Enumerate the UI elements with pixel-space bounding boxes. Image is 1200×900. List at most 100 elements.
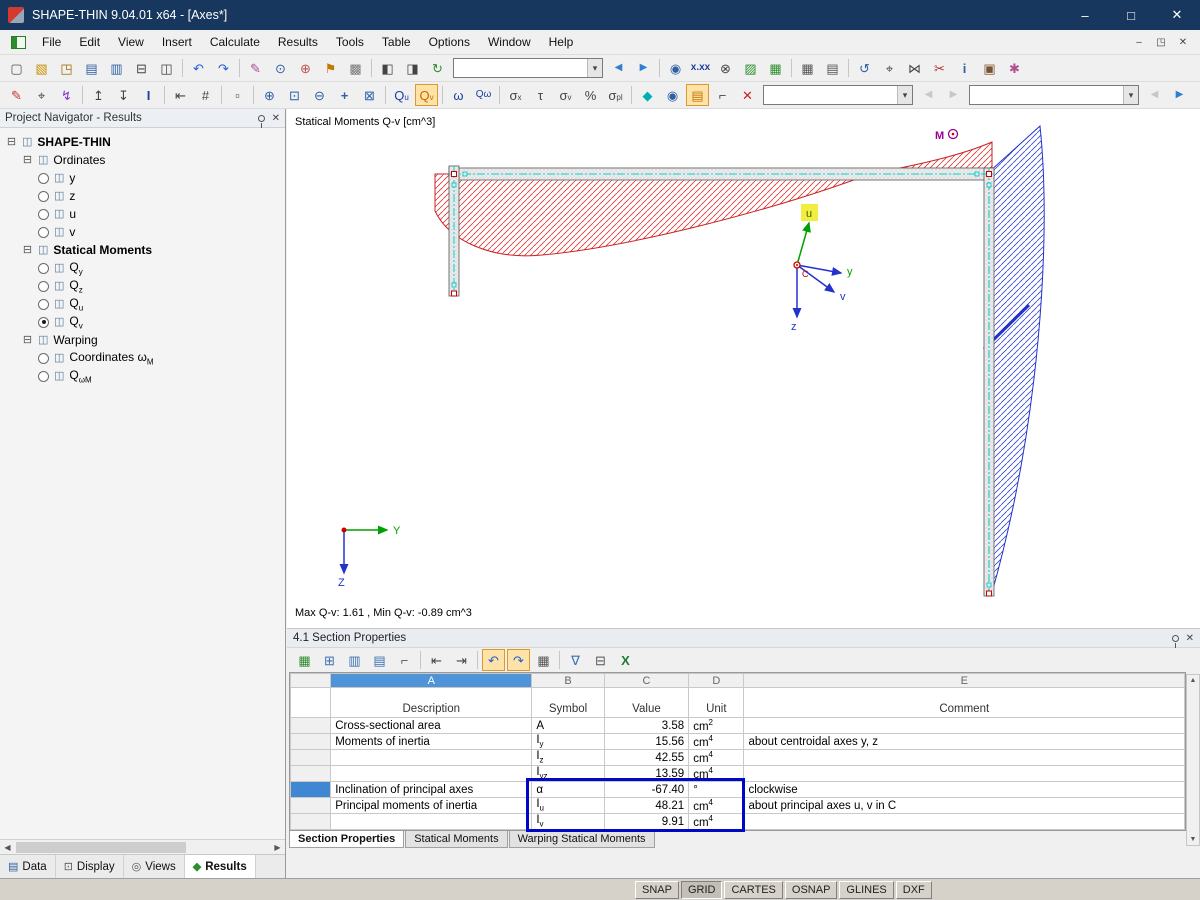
edit-button[interactable]: ✎: [244, 57, 267, 79]
fill-table-button[interactable]: ▤: [368, 649, 391, 671]
maximize-button[interactable]: □: [1108, 0, 1154, 30]
view-graphic-button[interactable]: ◨: [401, 57, 424, 79]
menu-window[interactable]: Window: [479, 31, 540, 53]
col-letter-b[interactable]: B: [532, 674, 604, 688]
cell-description[interactable]: [331, 750, 532, 766]
nav-tab-views[interactable]: ◎Views: [124, 855, 185, 878]
binoculars-button[interactable]: ⊗: [714, 57, 737, 79]
radio-u[interactable]: [38, 209, 49, 220]
cell-comment[interactable]: about principal axes u, v in C: [744, 798, 1185, 814]
radio-q-m[interactable]: [38, 371, 49, 382]
refresh-button[interactable]: ↻: [426, 57, 449, 79]
cell-comment[interactable]: clockwise: [744, 782, 1185, 798]
result-Qv-button[interactable]: Qv: [415, 84, 438, 106]
cut-button[interactable]: ✂: [928, 57, 951, 79]
tree-item-ordinates[interactable]: ⊟◫Ordinates: [0, 151, 285, 169]
pin-icon[interactable]: [1172, 635, 1179, 642]
lightning-button[interactable]: ↯: [55, 84, 78, 106]
cell-symbol[interactable]: α: [532, 782, 604, 798]
radio-coordinates-m[interactable]: [38, 353, 49, 364]
last-row-button[interactable]: ⇥: [450, 649, 473, 671]
tree-item-shape-thin[interactable]: ⊟◫SHAPE-THIN: [0, 133, 285, 151]
result-table-button[interactable]: ▦: [764, 57, 787, 79]
row-header[interactable]: [291, 750, 331, 766]
table-vscrollbar[interactable]: ▲ ▼: [1186, 674, 1200, 846]
close-icon[interactable]: ✕: [1186, 633, 1194, 644]
row-header[interactable]: [291, 734, 331, 750]
back-button[interactable]: ◀: [607, 57, 630, 79]
close-button[interactable]: ✕: [1154, 0, 1200, 30]
menu-help[interactable]: Help: [540, 31, 583, 53]
pin-icon[interactable]: [258, 115, 265, 122]
globe-button[interactable]: ◉: [664, 57, 687, 79]
cell-value[interactable]: -67.40: [604, 782, 688, 798]
result-tau-button[interactable]: τ: [529, 84, 552, 106]
mdi-close-button[interactable]: ✕: [1174, 37, 1192, 48]
status-toggle-dxf[interactable]: DXF: [896, 881, 932, 899]
collapse-icon[interactable]: ⊟: [22, 155, 33, 166]
radio-y[interactable]: [38, 173, 49, 184]
nav-tab-display[interactable]: ⊡Display: [56, 855, 124, 878]
cell-description[interactable]: Principal moments of inertia: [331, 798, 532, 814]
redo-button[interactable]: ↷: [507, 649, 530, 671]
print-button[interactable]: ⊟: [130, 57, 153, 79]
flag-button[interactable]: ⚑: [319, 57, 342, 79]
cell-description[interactable]: [331, 814, 532, 830]
calculator-button[interactable]: ▦: [532, 649, 555, 671]
cell-value[interactable]: 3.58: [604, 718, 688, 734]
tree-item-coordinates-m[interactable]: ◫Coordinates ωM: [0, 349, 285, 367]
tree-item-warping[interactable]: ⊟◫Warping: [0, 331, 285, 349]
tree-item-v[interactable]: ◫v: [0, 223, 285, 241]
radio-z[interactable]: [38, 191, 49, 202]
tree-item-statical-moments[interactable]: ⊟◫Statical Moments: [0, 241, 285, 259]
undo-button[interactable]: ↶: [482, 649, 505, 671]
menu-file[interactable]: File: [33, 31, 70, 53]
result-Qu-button[interactable]: Qu: [390, 84, 413, 106]
cell-description[interactable]: Inclination of principal axes: [331, 782, 532, 798]
open-button[interactable]: ▧: [30, 57, 53, 79]
result-omega-button[interactable]: ω: [447, 84, 470, 106]
col-letter-a[interactable]: A: [331, 674, 532, 688]
row-header[interactable]: [291, 766, 331, 782]
col-letter-e[interactable]: E: [744, 674, 1185, 688]
row-header[interactable]: [291, 798, 331, 814]
radio-v[interactable]: [38, 227, 49, 238]
zoom-in-button[interactable]: ⊕: [258, 84, 281, 106]
menu-results[interactable]: Results: [269, 31, 327, 53]
hierarchy-button[interactable]: ⊟: [589, 649, 612, 671]
collapse-icon[interactable]: ⊟: [22, 335, 33, 346]
forward-button[interactable]: ▶: [632, 57, 655, 79]
cell-description[interactable]: [331, 766, 532, 782]
tree-item-z[interactable]: ◫z: [0, 187, 285, 205]
cell-description[interactable]: Moments of inertia: [331, 734, 532, 750]
decimal-places-button[interactable]: x.xx: [689, 57, 712, 79]
tab-section-properties[interactable]: Section Properties: [289, 831, 404, 848]
zoom-out-button[interactable]: ⊖: [308, 84, 331, 106]
isolines-button[interactable]: ◆: [636, 84, 659, 106]
radio-qu[interactable]: [38, 299, 49, 310]
cell-unit[interactable]: °: [689, 782, 744, 798]
result-sigma-x-button[interactable]: σx: [504, 84, 527, 106]
tree-item-qu[interactable]: ◫Qu: [0, 295, 285, 313]
navigator-hscrollbar[interactable]: ◀ ▶: [0, 839, 285, 854]
radio-qz[interactable]: [38, 281, 49, 292]
tab-statical-moments[interactable]: Statical Moments: [405, 831, 507, 848]
cell-unit[interactable]: cm4: [689, 750, 744, 766]
menu-view[interactable]: View: [109, 31, 153, 53]
zoom-extents-button[interactable]: ⊠: [358, 84, 381, 106]
cell-comment[interactable]: [744, 814, 1185, 830]
radio-qv[interactable]: [38, 317, 49, 328]
first-row-button[interactable]: ⇤: [425, 649, 448, 671]
excel-export-button[interactable]: X: [614, 649, 637, 671]
scroll-up-icon[interactable]: ▲: [1190, 677, 1197, 684]
chevron-down-icon[interactable]: ▾: [1123, 86, 1138, 104]
collapse-icon[interactable]: ⊟: [22, 245, 33, 256]
cell-comment[interactable]: about centroidal axes y, z: [744, 734, 1185, 750]
status-toggle-osnap[interactable]: OSNAP: [785, 881, 838, 899]
frame-button[interactable]: ⌐: [711, 84, 734, 106]
cell-value[interactable]: 42.55: [604, 750, 688, 766]
menu-calculate[interactable]: Calculate: [201, 31, 269, 53]
grid-table-button[interactable]: ▦: [796, 57, 819, 79]
scroll-right-icon[interactable]: ▶: [270, 843, 285, 852]
print-preview-button[interactable]: ◫: [155, 57, 178, 79]
